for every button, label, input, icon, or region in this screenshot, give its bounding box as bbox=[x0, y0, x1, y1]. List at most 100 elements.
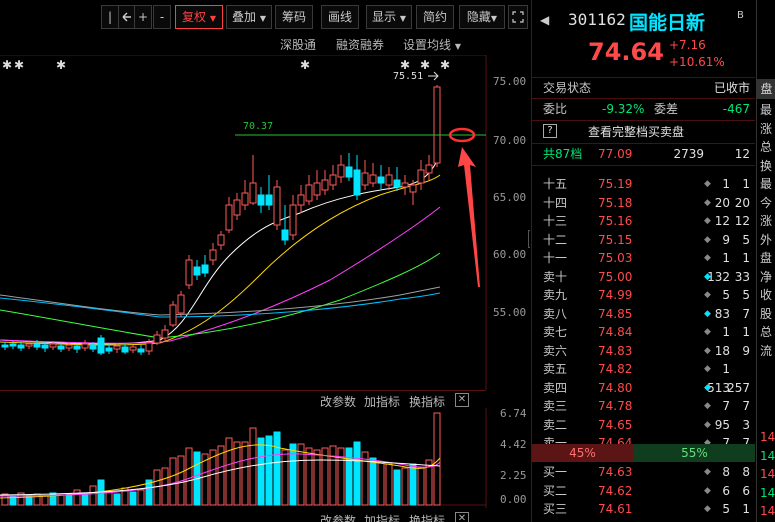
overlay-button[interactable]: 叠加 ▼ bbox=[226, 5, 272, 29]
ask-row[interactable]: 卖四 74.80 513 ◆ 257 bbox=[532, 379, 755, 397]
level-label: 卖十 bbox=[543, 269, 568, 284]
candle-body bbox=[377, 176, 385, 184]
level-label: 买三 bbox=[543, 502, 568, 516]
resize-handle[interactable] bbox=[528, 230, 530, 248]
side-item-label: 收 bbox=[760, 288, 773, 302]
last-price: 74.64 bbox=[588, 38, 664, 66]
display-label: 显示 bbox=[372, 10, 397, 24]
full-book-link[interactable]: ? 查看完整档买卖盘 bbox=[532, 123, 755, 141]
candle-body bbox=[281, 229, 289, 241]
level-price: 74.65 bbox=[598, 417, 633, 432]
candle-body bbox=[81, 343, 89, 349]
draw-line-button[interactable]: 画线 bbox=[321, 5, 359, 29]
level-price: 74.61 bbox=[598, 502, 633, 516]
candle-body bbox=[265, 194, 273, 206]
event-star-icon: ✱ bbox=[14, 58, 24, 72]
ask-row[interactable]: 卖九 74.99 5 ◆ 5 bbox=[532, 286, 755, 304]
bid-row[interactable]: 买二 74.62 6 ◆ 6 bbox=[532, 482, 755, 500]
candlestick-chart[interactable]: ✱ ✱ ✱ ✱ ✱ ✱ ✱ 70.37 75.51 75.00 70.00 65.00 60… bbox=[0, 55, 530, 390]
change-param-button-2[interactable]: 改参数 bbox=[320, 512, 356, 522]
candle-body bbox=[393, 179, 401, 188]
y-tick: 2.25 bbox=[500, 469, 527, 482]
ask-row[interactable]: 卖五 74.82 1 ◆ bbox=[532, 360, 755, 378]
zoom-out-button[interactable]: - bbox=[153, 5, 171, 29]
chart-toolbar: | + - 复权 ▼ 叠加 ▼ 筹码 画线 显示 ▼ 简约 隐藏▼ bbox=[0, 5, 530, 29]
ask-row[interactable]: 十三 75.16 12 ◆ 12 bbox=[532, 212, 755, 230]
ask-row[interactable]: 卖七 74.84 1 ◆ 1 bbox=[532, 323, 755, 341]
level-change: 1 bbox=[742, 502, 750, 516]
simple-button[interactable]: 简约 bbox=[416, 5, 454, 29]
close-icon[interactable]: ✕ bbox=[455, 393, 469, 407]
volume-bar bbox=[241, 441, 249, 506]
diamond-icon: ◆ bbox=[704, 179, 711, 189]
level-price: 75.00 bbox=[598, 269, 633, 284]
stock-name: 国能日新 bbox=[629, 12, 706, 34]
ask-row[interactable]: 卖二 74.65 95 ◆ 3 bbox=[532, 416, 755, 434]
set-ma-button[interactable]: 设置均线 ▼ bbox=[403, 36, 461, 53]
margin-trading-link[interactable]: 融资融券 bbox=[336, 36, 384, 53]
fullscreen-icon[interactable] bbox=[508, 5, 528, 29]
diamond-icon: ◆ bbox=[704, 197, 711, 208]
volume-bar bbox=[65, 493, 73, 506]
close-icon[interactable]: ✕ bbox=[455, 512, 469, 522]
chips-button[interactable]: 筹码 bbox=[275, 5, 313, 29]
candle-body bbox=[313, 182, 321, 196]
y-tick: 6.74 bbox=[500, 408, 527, 420]
volume-bar bbox=[81, 493, 89, 506]
candle-body bbox=[9, 343, 17, 347]
level-label: 十二 bbox=[543, 232, 568, 247]
hide-button[interactable]: 隐藏▼ bbox=[459, 5, 505, 29]
volume-bar bbox=[289, 443, 297, 506]
add-indicator-button-2[interactable]: 加指标 bbox=[364, 512, 400, 522]
candle-body bbox=[225, 204, 233, 231]
side-item-label: 总 bbox=[760, 140, 773, 154]
display-button[interactable]: 显示 ▼ bbox=[366, 5, 412, 29]
tab-panel[interactable]: 盘 bbox=[757, 79, 775, 99]
level-label: 卖六 bbox=[543, 343, 568, 358]
candle-body bbox=[161, 329, 169, 339]
level-volume: 9 bbox=[722, 232, 730, 247]
diamond-icon: ◆ bbox=[704, 253, 711, 263]
adjust-button[interactable]: 复权 ▼ bbox=[175, 5, 223, 29]
ask-row[interactable]: 十五 75.19 1 ◆ 1 bbox=[532, 175, 755, 193]
prev-stock-icon[interactable]: ◀ bbox=[540, 13, 549, 27]
bid-row[interactable]: 买三 74.61 5 ◆ 1 bbox=[532, 500, 755, 518]
ask-row[interactable]: 十二 75.15 9 ◆ 5 bbox=[532, 231, 755, 249]
order-diff-value: -467 bbox=[722, 102, 750, 116]
level-price: 74.80 bbox=[598, 380, 633, 395]
candle-body bbox=[121, 346, 129, 353]
diamond-icon: ◆ bbox=[704, 382, 711, 393]
ask-row[interactable]: 卖三 74.78 7 ◆ 7 bbox=[532, 397, 755, 415]
candle-body bbox=[345, 166, 353, 178]
level-label: 卖八 bbox=[543, 306, 568, 321]
ask-row[interactable]: 卖六 74.83 18 ◆ 9 bbox=[532, 342, 755, 360]
level-price: 75.19 bbox=[598, 177, 633, 191]
next-stock-icon[interactable]: B bbox=[737, 10, 744, 21]
ask-row[interactable]: 十一 75.03 1 ◆ 1 bbox=[532, 249, 755, 267]
volume-bar bbox=[49, 492, 57, 506]
ask-row[interactable]: 卖八 74.85 83 ◆ 7 bbox=[532, 305, 755, 323]
candle-body bbox=[273, 186, 281, 226]
toolbar-separator: | bbox=[101, 5, 119, 29]
volume-chart[interactable]: 6.74 4.42 2.25 0.00 bbox=[0, 408, 530, 508]
candle-body bbox=[17, 344, 25, 349]
level-price: 75.18 bbox=[598, 195, 633, 210]
chart-area[interactable]: | + - 复权 ▼ 叠加 ▼ 筹码 画线 显示 ▼ 简约 隐藏▼ 深股通 融资… bbox=[0, 0, 530, 522]
candle-body bbox=[329, 174, 337, 186]
level-price: 75.15 bbox=[598, 232, 633, 247]
shenzhen-connect-link[interactable]: 深股通 bbox=[280, 36, 316, 53]
zoom-in-button[interactable]: + bbox=[134, 5, 152, 29]
swap-indicator-button-2[interactable]: 换指标 bbox=[409, 512, 445, 522]
candle-body bbox=[369, 174, 377, 184]
level-price: 74.99 bbox=[598, 288, 633, 302]
ask-row[interactable]: 十四 75.18 20 ◆ 20 bbox=[532, 194, 755, 212]
candle-body bbox=[209, 249, 217, 261]
high-arrow-icon bbox=[428, 71, 439, 81]
help-icon: ? bbox=[543, 124, 557, 138]
stock-code: 301162 bbox=[568, 10, 626, 29]
bid-row[interactable]: 买一 74.63 8 ◆ 8 bbox=[532, 463, 755, 481]
price-change-pct: +10.61% bbox=[669, 55, 725, 69]
total-vol: 2739 bbox=[673, 147, 704, 161]
ask-row[interactable]: 卖十 75.00 132 ◆ 33 bbox=[532, 268, 755, 286]
level-change: 33 bbox=[734, 269, 750, 284]
